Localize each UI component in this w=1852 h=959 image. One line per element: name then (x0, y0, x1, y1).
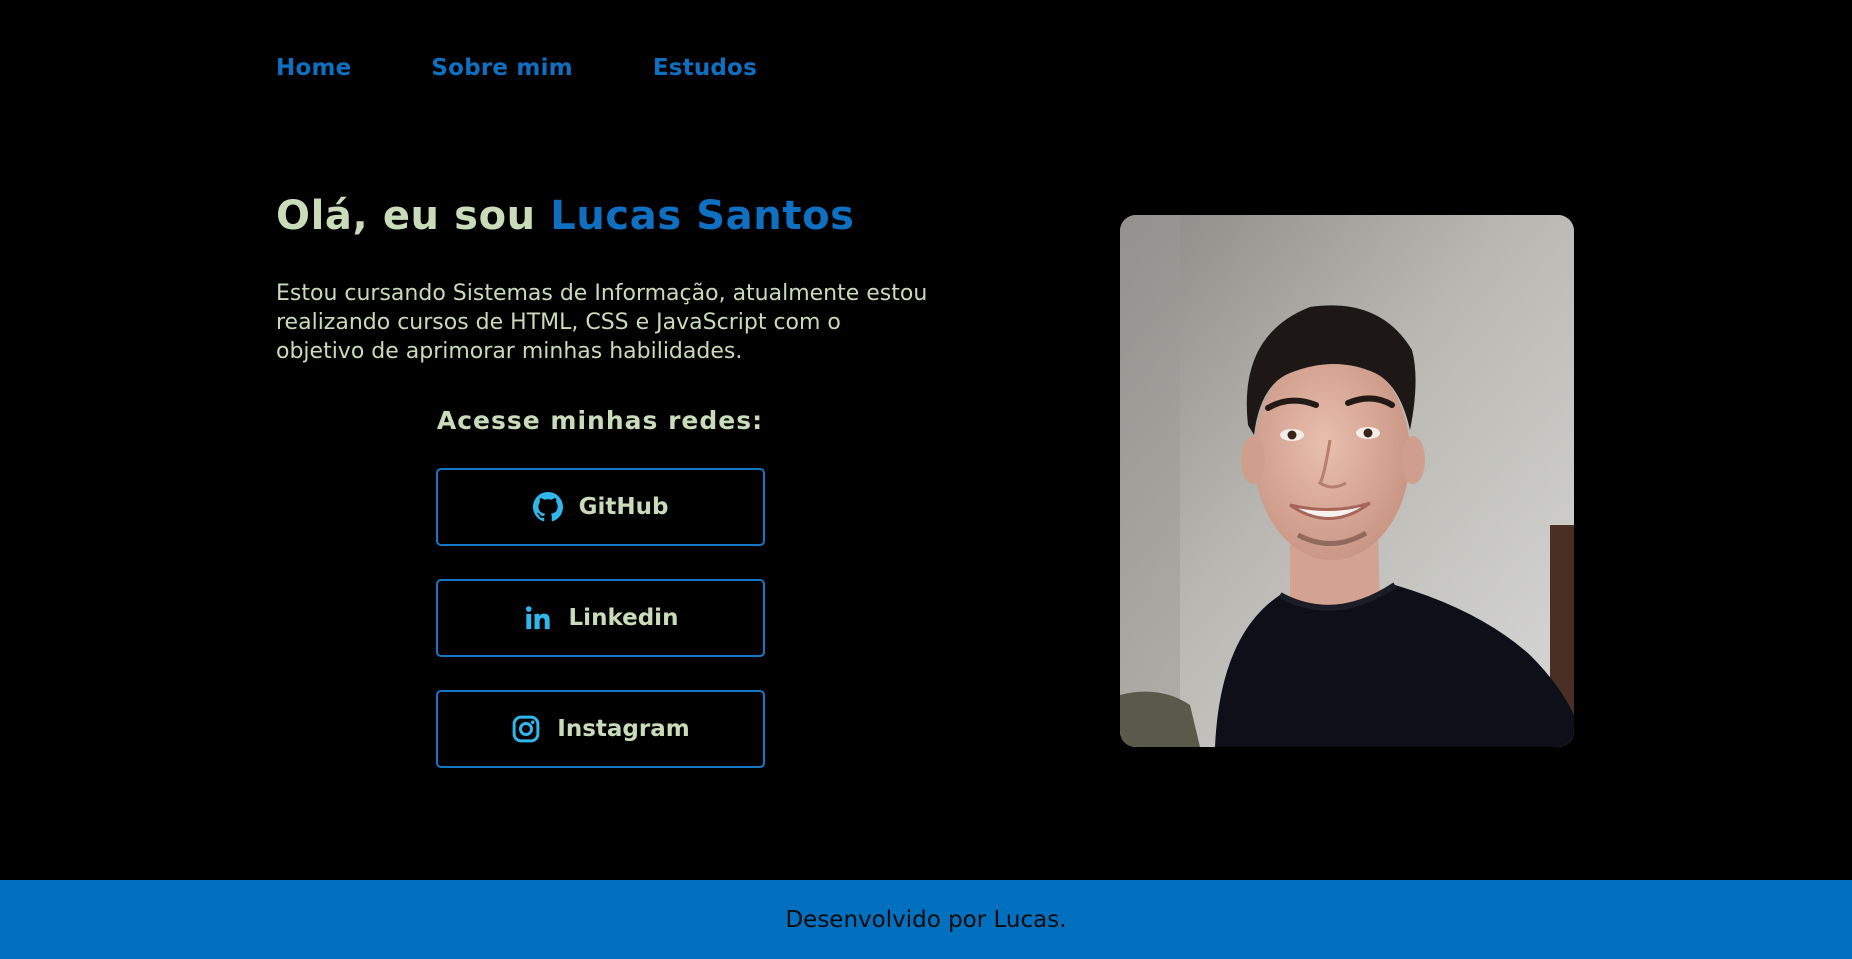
github-label: GitHub (578, 494, 669, 520)
instagram-icon (511, 714, 541, 744)
hero-greeting: Olá, eu sou (276, 193, 551, 239)
linkedin-icon (523, 603, 553, 633)
footer-text: Desenvolvido por Lucas. (785, 906, 1067, 933)
intro-text: Estou cursando Sistemas de Informação, a… (276, 281, 928, 364)
github-icon (532, 492, 563, 522)
github-button[interactable]: GitHub (436, 468, 765, 546)
hero-name: Lucas Santos (550, 193, 855, 239)
instagram-button[interactable]: Instagram (436, 690, 765, 768)
main-nav: Home Sobre mim Estudos (276, 52, 837, 84)
linkedin-label: Linkedin (568, 605, 679, 631)
footer: Desenvolvido por Lucas. (0, 880, 1852, 959)
nav-home-link[interactable]: Home (276, 52, 351, 84)
instagram-label: Instagram (557, 716, 690, 742)
hero-title: Olá, eu sou Lucas Santos (276, 190, 855, 242)
social-heading: Acesse minhas redes: (436, 406, 764, 435)
profile-photo (1120, 215, 1574, 747)
linkedin-button[interactable]: Linkedin (436, 579, 765, 657)
nav-studies-link[interactable]: Estudos (653, 52, 757, 84)
nav-about-link[interactable]: Sobre mim (431, 52, 572, 84)
